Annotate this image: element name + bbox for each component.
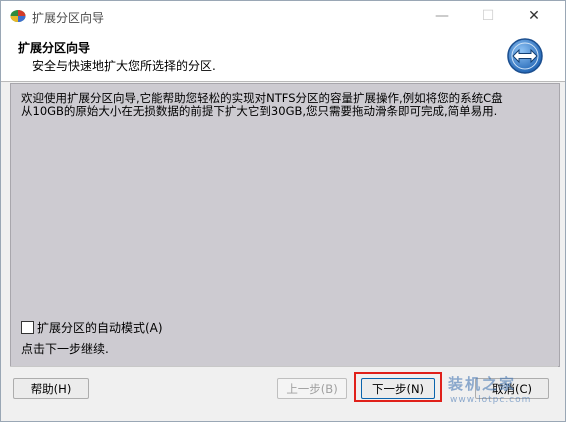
- maximize-icon: ☐: [481, 8, 495, 24]
- minimize-button[interactable]: —: [419, 1, 465, 31]
- window-title: 扩展分区向导: [32, 11, 105, 25]
- continue-hint: 点击下一步继续.: [21, 342, 109, 356]
- auto-mode-checkbox[interactable]: 扩展分区的自动模式(A): [21, 319, 163, 336]
- extend-arrows-icon: [507, 38, 543, 74]
- close-icon: ✕: [528, 8, 540, 24]
- auto-mode-label: 扩展分区的自动模式(A): [37, 321, 163, 335]
- header-title: 扩展分区向导: [18, 41, 91, 55]
- button-separator: [10, 366, 558, 367]
- wizard-header: 扩展分区向导 安全与快速地扩大您所选择的分区.: [1, 31, 565, 82]
- title-bar[interactable]: 扩展分区向导 — ☐ ✕: [1, 1, 565, 31]
- wizard-window: 扩展分区向导 — ☐ ✕ 扩展分区向导 安全与快速地扩大您所选择的分区. 欢迎使…: [0, 0, 566, 422]
- header-subtitle: 安全与快速地扩大您所选择的分区.: [32, 59, 216, 73]
- cancel-button[interactable]: 取消(C): [475, 378, 549, 399]
- help-button[interactable]: 帮助(H): [13, 378, 89, 399]
- close-button[interactable]: ✕: [511, 1, 557, 31]
- app-icon: [10, 10, 26, 22]
- wizard-content-panel: 欢迎使用扩展分区向导,它能帮助您轻松的实现对NTFS分区的容量扩展操作,例如将您…: [10, 83, 560, 367]
- next-button-highlight: [354, 372, 442, 402]
- description-text: 欢迎使用扩展分区向导,它能帮助您轻松的实现对NTFS分区的容量扩展操作,例如将您…: [21, 91, 503, 118]
- maximize-button[interactable]: ☐: [465, 1, 511, 31]
- minimize-icon: —: [435, 8, 449, 24]
- checkbox-box[interactable]: [21, 321, 34, 334]
- back-button[interactable]: 上一步(B): [277, 378, 347, 399]
